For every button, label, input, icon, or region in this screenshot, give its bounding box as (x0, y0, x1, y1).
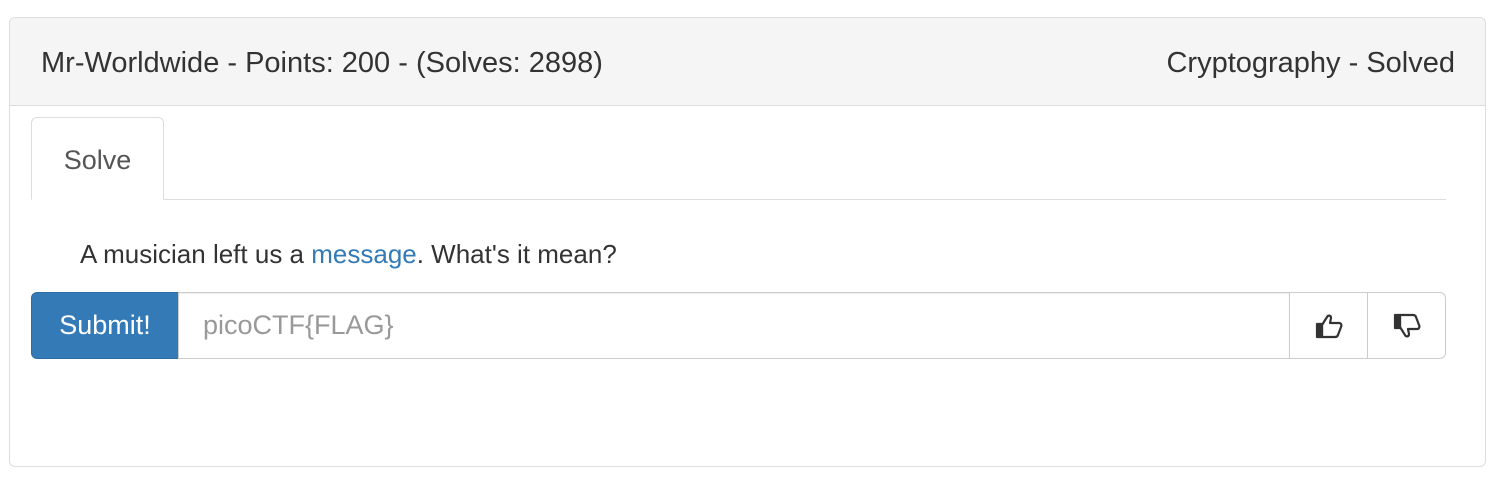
problem-description: A musician left us a message. What's it … (80, 238, 617, 270)
upvote-button[interactable] (1289, 292, 1368, 359)
problem-header: Mr-Worldwide - Points: 200 - (Solves: 28… (10, 18, 1485, 106)
downvote-button[interactable] (1367, 292, 1446, 359)
description-suffix: . What's it mean? (416, 239, 617, 269)
tab-solve[interactable]: Solve (31, 117, 164, 200)
problem-category-status: Cryptography - Solved (1166, 47, 1455, 79)
description-prefix: A musician left us a (80, 239, 312, 269)
submit-button[interactable]: Submit! (31, 292, 179, 359)
tab-bar: Solve (31, 117, 1446, 200)
thumbs-down-icon (1393, 313, 1420, 337)
thumbs-up-icon (1315, 314, 1342, 338)
flag-submit-form: Submit! (31, 292, 1446, 359)
flag-input[interactable] (178, 292, 1290, 359)
message-link[interactable]: message (311, 239, 417, 269)
problem-title: Mr-Worldwide - Points: 200 - (Solves: 28… (41, 47, 603, 79)
